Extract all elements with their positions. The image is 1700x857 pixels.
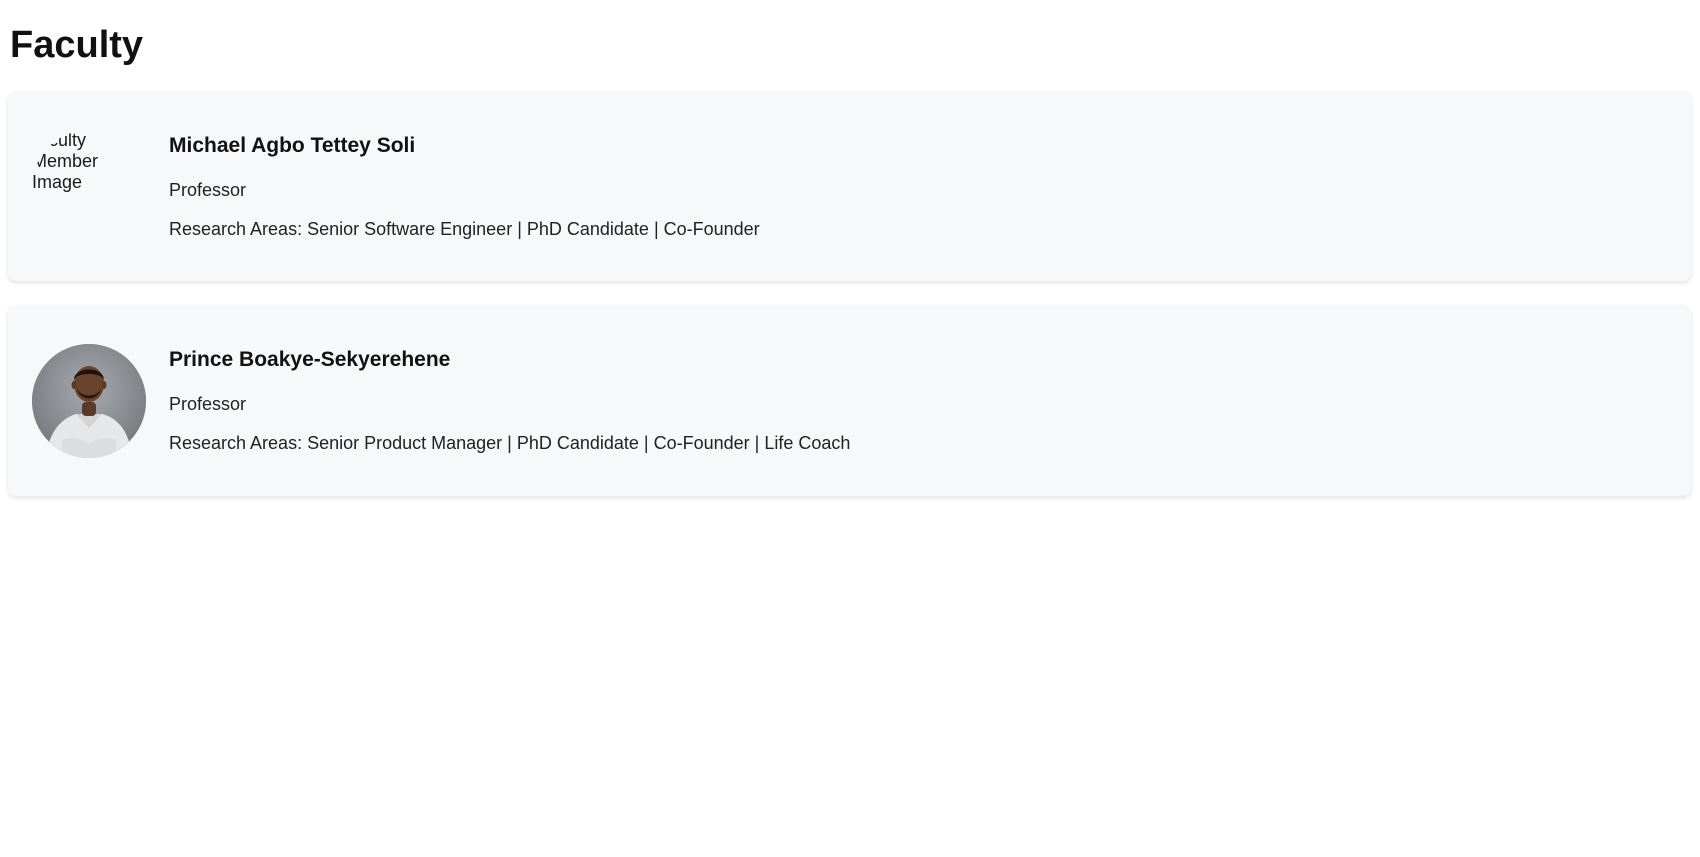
faculty-photo — [32, 344, 146, 458]
page-title: Faculty — [10, 24, 144, 66]
faculty-photo-alt-text: Faculty Member Image — [32, 130, 99, 192]
faculty-role: Professor — [169, 180, 247, 200]
faculty-photo-broken: Faculty Member Image — [32, 130, 146, 244]
faculty-card: Faculty Member Image Michael Agbo Tettey… — [8, 91, 1691, 281]
faculty-name: Michael Agbo Tettey Soli — [169, 134, 416, 157]
faculty-name: Prince Boakye-Sekyerehene — [169, 348, 451, 371]
faculty-research-areas: Research Areas: Senior Product Manager |… — [169, 433, 851, 453]
person-photo-icon — [32, 344, 146, 458]
faculty-card: Prince Boakye-Sekyerehene Professor Rese… — [8, 305, 1691, 496]
faculty-research-areas: Research Areas: Senior Software Engineer… — [169, 219, 760, 239]
faculty-role: Professor — [169, 394, 247, 414]
